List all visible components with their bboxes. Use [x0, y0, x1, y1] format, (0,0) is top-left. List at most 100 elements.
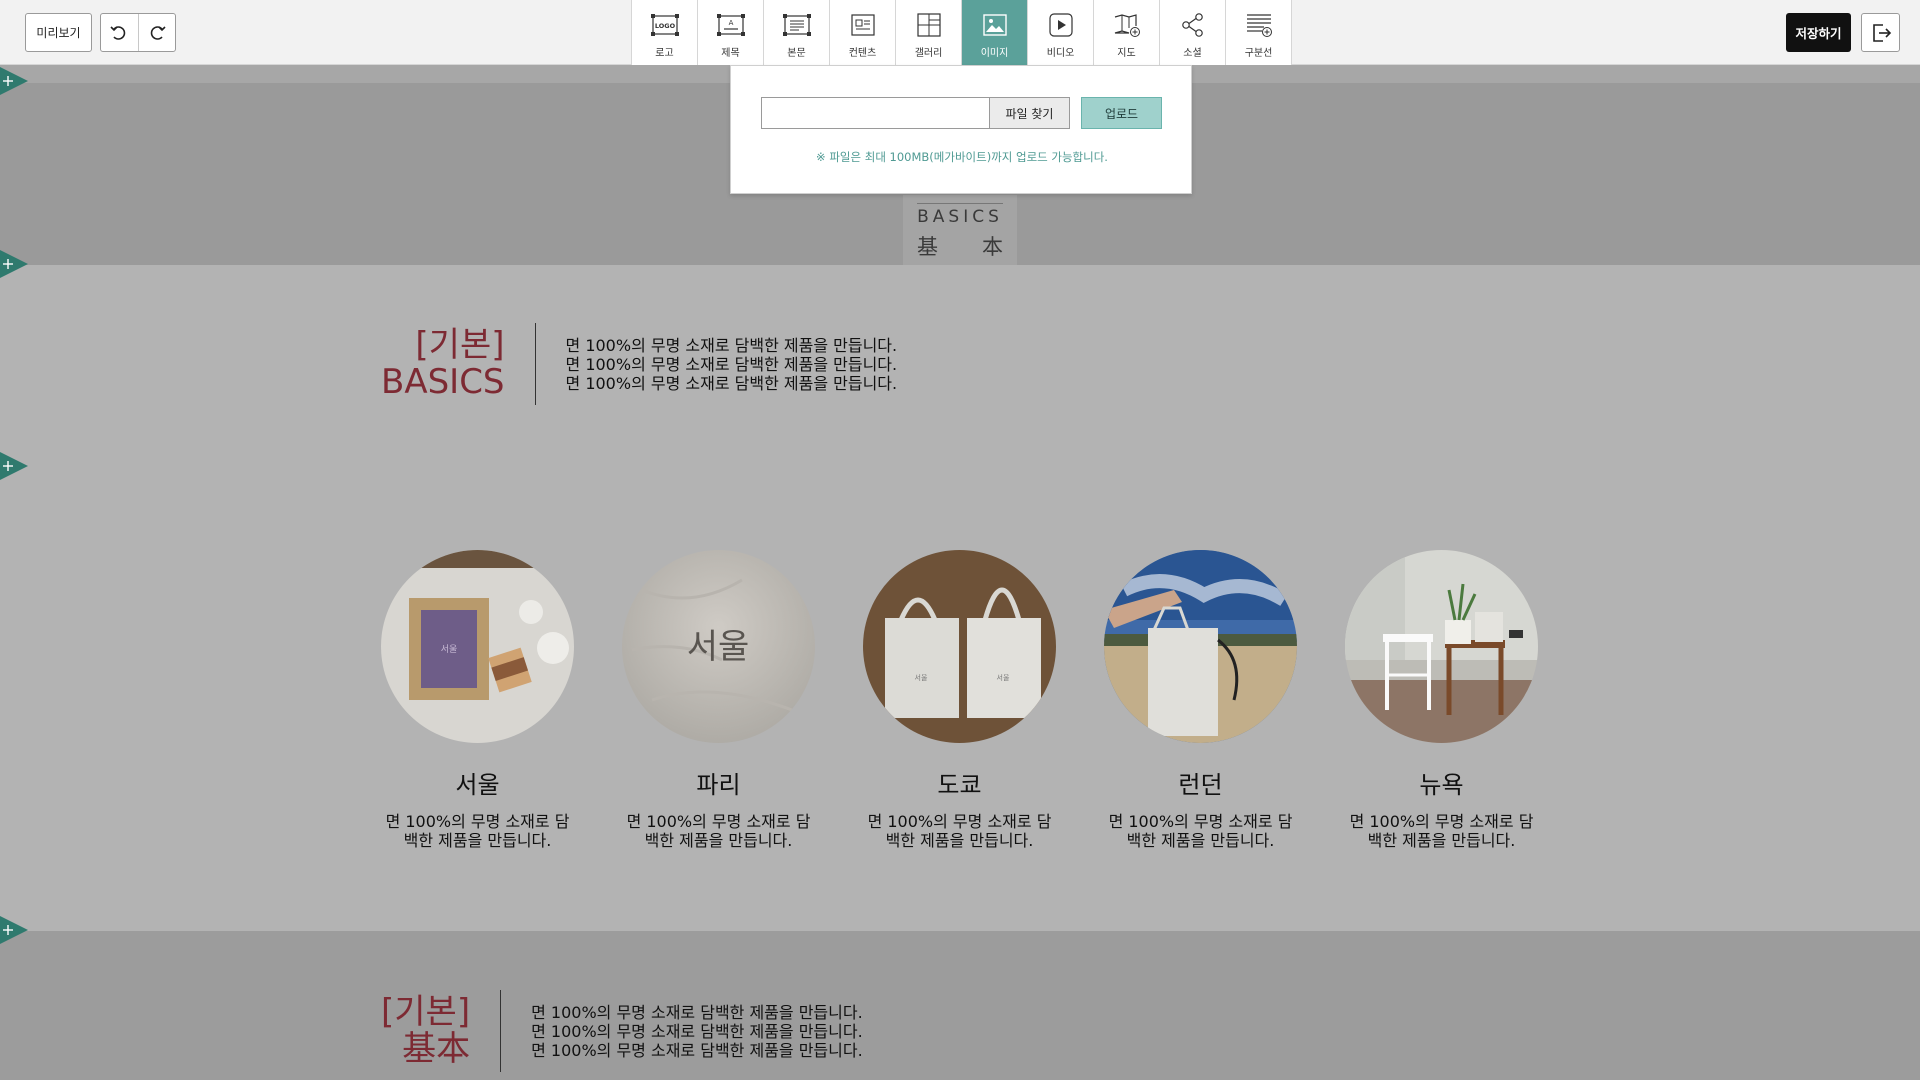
logo-rule: [917, 203, 1003, 204]
logo-text-cn: 基 本: [913, 231, 1007, 261]
find-file-button[interactable]: 파일 찾기: [989, 97, 1070, 129]
intro-block[interactable]: [기본] BASICS 면 100%의 무명 소재로 담백한 제품을 만듭니다.…: [381, 323, 897, 405]
undo-icon: [110, 25, 126, 40]
tool-label: 이미지: [980, 48, 1009, 59]
exit-button[interactable]: [1861, 13, 1900, 52]
city-desc-line: 백한 제품을 만듭니다.: [403, 831, 552, 850]
tool-label: 갤러리: [914, 48, 943, 59]
site-logo[interactable]: BASICS 基 本: [903, 195, 1017, 265]
exit-icon: [1872, 23, 1891, 42]
image-icon: [980, 10, 1010, 40]
city-photo[interactable]: 서울 서울: [863, 550, 1056, 743]
svg-text:서울: 서울: [997, 673, 1010, 682]
city-card[interactable]: 서울 서울 도쿄 면 100%의 무명 소재로 담 백한 제품을 만듭니다.: [863, 550, 1056, 850]
add-section-icon: [0, 916, 28, 944]
gallery-icon: [914, 10, 944, 40]
tool-label: 로고: [655, 48, 674, 59]
upload-button[interactable]: 업로드: [1081, 97, 1162, 129]
add-section-button[interactable]: [0, 250, 28, 278]
intro-line: 면 100%의 무명 소재로 담백한 제품을 만듭니다.: [531, 1021, 863, 1041]
intro-title-line: [기본]: [381, 992, 471, 1032]
add-section-icon: [0, 250, 28, 278]
add-section-icon: [0, 67, 28, 95]
city-photo[interactable]: 서울: [622, 550, 815, 743]
city-desc-line: 면 100%의 무명 소재로 담: [1349, 812, 1534, 831]
intro-title-line: [기본]: [415, 325, 505, 365]
redo-button[interactable]: [137, 14, 176, 51]
city-name: 뉴욕: [1419, 771, 1464, 799]
add-section-button[interactable]: [0, 916, 28, 944]
tool-map[interactable]: 지도: [1094, 0, 1160, 65]
svg-text:서울: 서울: [441, 644, 458, 655]
tool-label: 지도: [1117, 48, 1136, 59]
svg-text:서울: 서울: [915, 673, 928, 682]
intro-line: 면 100%의 무명 소재로 담백한 제품을 만듭니다.: [565, 354, 898, 374]
svg-text:A: A: [728, 19, 733, 27]
city-desc-line: 면 100%의 무명 소재로 담: [867, 812, 1052, 831]
contents-icon: [848, 10, 878, 40]
svg-text:LOGO: LOGO: [654, 22, 675, 30]
city-name: 도쿄: [937, 771, 982, 799]
city-desc-line: 백한 제품을 만듭니다.: [644, 831, 793, 850]
tool-logo[interactable]: LOGO 로고: [632, 0, 698, 65]
preview-button[interactable]: 미리보기: [25, 13, 92, 52]
tool-label: 본문: [787, 48, 806, 59]
city-desc-line: 면 100%의 무명 소재로 담: [1108, 812, 1293, 831]
editor-toolbar: 미리보기 LOGO 로고 A 제목 본문 컨텐츠 갤러리 이미지 비디오 지도 …: [0, 0, 1920, 65]
element-tools: LOGO 로고 A 제목 본문 컨텐츠 갤러리 이미지 비디오 지도 소셜 구분…: [631, 0, 1292, 65]
intro-text: 면 100%의 무명 소재로 담백한 제품을 만듭니다. 면 100%의 무명 …: [531, 1003, 863, 1060]
add-section-button[interactable]: [0, 452, 28, 480]
tool-label: 컨텐츠: [848, 48, 877, 59]
map-icon: [1112, 10, 1142, 40]
tool-divider[interactable]: 구분선: [1226, 0, 1292, 65]
city-photo[interactable]: [1345, 550, 1538, 743]
city-desc: 면 100%의 무명 소재로 담 백한 제품을 만듭니다.: [622, 812, 815, 850]
title-icon: A: [716, 10, 746, 40]
city-name: 파리: [696, 771, 741, 799]
tool-body-text[interactable]: 본문: [764, 0, 830, 65]
city-list: 서울 서울 면 100%의 무명 소재로 담 백한 제품을 만듭니다. 서울 파…: [381, 550, 1586, 850]
intro-block[interactable]: [기본] 基本 면 100%의 무명 소재로 담백한 제품을 만듭니다. 면 1…: [381, 990, 863, 1072]
logo-char: 本: [982, 235, 1003, 259]
city-photo[interactable]: 서울: [381, 550, 574, 743]
tool-social[interactable]: 소셜: [1160, 0, 1226, 65]
intro-title-line: BASICS: [381, 362, 505, 402]
upload-size-note: ※ 파일은 최대 100MB(메가바이트)까지 업로드 가능합니다.: [816, 150, 1108, 164]
divider-icon: [1244, 10, 1274, 40]
city-card[interactable]: 런던 면 100%의 무명 소재로 담 백한 제품을 만듭니다.: [1104, 550, 1297, 850]
vertical-divider: [534, 323, 536, 405]
city-name: 서울: [455, 771, 500, 799]
city-desc-line: 백한 제품을 만듭니다.: [1367, 831, 1516, 850]
city-desc-line: 면 100%의 무명 소재로 담: [385, 812, 570, 831]
history-controls: [100, 13, 176, 52]
body-text-icon: [782, 10, 812, 40]
tool-gallery[interactable]: 갤러리: [896, 0, 962, 65]
intro-line: 면 100%의 무명 소재로 담백한 제품을 만듭니다.: [531, 1002, 863, 1022]
city-card[interactable]: 서울 서울 면 100%의 무명 소재로 담 백한 제품을 만듭니다.: [381, 550, 574, 850]
tool-video[interactable]: 비디오: [1028, 0, 1094, 65]
tool-label: 구분선: [1244, 48, 1273, 59]
tool-title[interactable]: A 제목: [698, 0, 764, 65]
file-path-input[interactable]: [761, 97, 990, 129]
intro-text: 면 100%의 무명 소재로 담백한 제품을 만듭니다. 면 100%의 무명 …: [566, 336, 898, 393]
intro-title: [기본] 基本: [381, 994, 470, 1068]
intro-line: 면 100%의 무명 소재로 담백한 제품을 만듭니다.: [531, 1040, 863, 1060]
city-desc: 면 100%의 무명 소재로 담 백한 제품을 만듭니다.: [1104, 812, 1297, 850]
tool-label: 제목: [721, 48, 740, 59]
footer-section[interactable]: [0, 931, 1920, 1080]
save-button[interactable]: 저장하기: [1786, 13, 1851, 52]
vertical-divider: [500, 990, 502, 1072]
tool-contents[interactable]: 컨텐츠: [830, 0, 896, 65]
city-card[interactable]: 뉴욕 면 100%의 무명 소재로 담 백한 제품을 만듭니다.: [1345, 550, 1538, 850]
city-card[interactable]: 서울 파리 면 100%의 무명 소재로 담 백한 제품을 만듭니다.: [622, 550, 815, 850]
logo-icon: LOGO: [650, 10, 680, 40]
logo-text-en: BASICS: [917, 207, 1003, 227]
city-desc: 면 100%의 무명 소재로 담 백한 제품을 만듭니다.: [1345, 812, 1538, 850]
city-photo[interactable]: [1104, 550, 1297, 743]
undo-button[interactable]: [101, 14, 138, 51]
add-section-button[interactable]: [0, 67, 28, 95]
redo-icon: [150, 25, 166, 40]
city-name: 런던: [1178, 771, 1223, 799]
svg-text:서울: 서울: [687, 627, 750, 667]
tool-image[interactable]: 이미지: [962, 0, 1028, 65]
